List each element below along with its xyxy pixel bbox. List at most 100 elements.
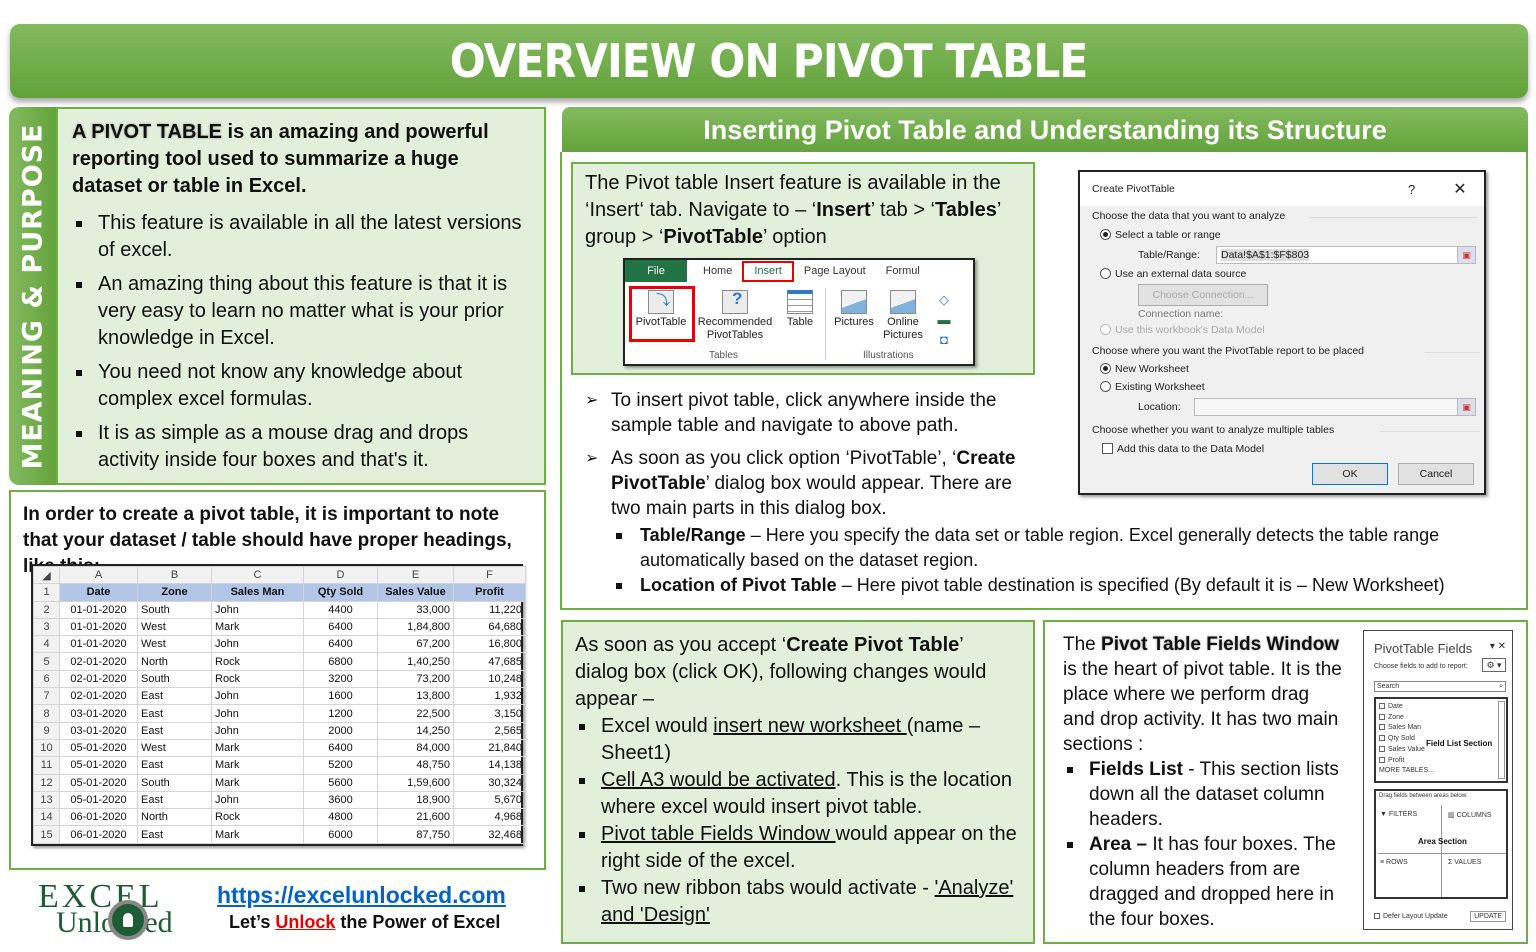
table-cell[interactable]: 64,680 [453,617,526,637]
table-cell[interactable]: 01-01-2020 [59,635,138,654]
field-checkbox[interactable]: Sales Man [1379,723,1503,734]
table-cell[interactable]: Mark [211,825,304,844]
range-picker-icon[interactable]: ▣ [1457,247,1475,263]
tab-file[interactable]: File [625,260,687,282]
row-number[interactable]: 12 [33,773,60,792]
field-checkbox[interactable]: Date [1379,702,1503,713]
tab-home[interactable]: Home [693,265,742,278]
rows-area[interactable]: ≡ ROWS [1380,859,1408,866]
table-cell[interactable]: 18,900 [377,790,454,810]
table-cell[interactable]: John [211,790,304,810]
more-tables-link[interactable]: MORE TABLES... [1379,766,1503,777]
table-cell[interactable]: 47,685 [453,652,526,671]
table-cell[interactable]: 3,150 [453,704,526,723]
table-cell[interactable]: 03-01-2020 [59,704,138,723]
table-cell[interactable]: 14,138 [453,756,526,775]
table-cell[interactable]: 02-01-2020 [59,687,138,706]
table-cell[interactable]: 05-01-2020 [59,756,138,775]
table-cell[interactable]: East [137,825,212,844]
row-number[interactable]: 2 [33,600,60,619]
table-cell[interactable]: 05-01-2020 [59,790,138,810]
values-area[interactable]: Σ VALUES [1448,859,1481,866]
row-number[interactable]: 4 [33,635,60,654]
table-cell[interactable]: John [211,600,304,619]
table-cell[interactable]: John [211,704,304,723]
column-letter[interactable]: A [59,565,138,585]
table-range-input[interactable]: Data!$A$1:$F$803 ▣ [1216,246,1476,264]
column-letter[interactable]: D [303,565,378,585]
table-cell[interactable]: 48,750 [377,756,454,775]
table-cell[interactable]: 2000 [303,721,378,740]
table-cell[interactable]: 1600 [303,687,378,706]
table-cell[interactable]: Rock [211,652,304,671]
table-cell[interactable]: 73,200 [377,669,454,689]
table-cell[interactable]: West [137,738,212,758]
radio-data-model[interactable]: Use this workbook's Data Model [1100,324,1265,336]
table-cell[interactable]: North [137,652,212,671]
ok-button[interactable]: OK [1312,463,1388,485]
table-cell[interactable]: 6400 [303,738,378,758]
table-cell[interactable]: East [137,790,212,810]
row-number[interactable]: 1 [33,583,60,602]
table-cell[interactable]: 21,600 [377,808,454,827]
table-button[interactable]: Table [780,290,820,329]
table-cell[interactable]: Mark [211,773,304,792]
table-cell[interactable]: 3200 [303,669,378,689]
table-cell[interactable]: 22,500 [377,704,454,723]
table-cell[interactable]: 03-01-2020 [59,721,138,740]
radio-new-worksheet[interactable]: New Worksheet [1100,363,1189,375]
column-letter[interactable]: F [453,565,526,585]
row-number[interactable]: 10 [33,738,60,758]
table-cell[interactable]: 5600 [303,773,378,792]
table-cell[interactable]: 1,40,250 [377,652,454,671]
table-cell[interactable]: John [211,635,304,654]
table-cell[interactable]: 33,000 [377,600,454,619]
online-pictures-button[interactable]: Online Pictures [881,290,925,342]
table-cell[interactable]: 5,670 [453,790,526,810]
row-number[interactable]: 14 [33,808,60,827]
pictures-button[interactable]: Pictures [831,290,877,329]
location-input[interactable]: ▣ [1194,398,1476,416]
column-letter[interactable]: B [137,565,212,585]
tab-page-layout[interactable]: Page Layout [794,265,876,278]
row-number[interactable]: 8 [33,704,60,723]
table-cell[interactable]: 21,840 [453,738,526,758]
cancel-button[interactable]: Cancel [1398,463,1474,485]
table-cell[interactable]: 06-01-2020 [59,808,138,827]
table-cell[interactable]: West [137,617,212,637]
table-cell[interactable]: East [137,704,212,723]
row-number[interactable]: 7 [33,687,60,706]
table-cell[interactable]: 32,468 [453,825,526,844]
table-cell[interactable]: West [137,635,212,654]
field-search-input[interactable]: Search ⌕ [1374,681,1506,692]
range-picker-icon[interactable]: ▣ [1457,399,1475,415]
table-cell[interactable]: South [137,600,212,619]
table-cell[interactable]: John [211,687,304,706]
scrollbar[interactable] [1498,701,1505,779]
table-cell[interactable]: 10,248 [453,669,526,689]
table-cell[interactable]: 6800 [303,652,378,671]
header-cell[interactable]: Sales Value [377,583,454,602]
table-cell[interactable]: 1,59,600 [377,773,454,792]
table-cell[interactable]: 01-01-2020 [59,617,138,637]
row-number[interactable]: 6 [33,669,60,689]
columns-area[interactable]: ▥ COLUMNS [1448,811,1492,819]
table-cell[interactable]: 1,932 [453,687,526,706]
table-cell[interactable]: South [137,669,212,689]
gear-icon[interactable]: ⚙ ▾ [1482,658,1506,672]
table-cell[interactable]: 6400 [303,635,378,654]
choose-connection-button[interactable]: Choose Connection... [1138,284,1268,306]
table-cell[interactable]: 4,968 [453,808,526,827]
table-cell[interactable]: 4800 [303,808,378,827]
field-checkbox[interactable]: Zone [1379,713,1503,724]
shapes-smartart-screenshot-buttons[interactable]: ◇ ▬ ◘ [930,290,958,350]
table-cell[interactable]: 02-01-2020 [59,652,138,671]
tab-insert[interactable]: Insert [742,260,794,282]
table-cell[interactable]: 6400 [303,617,378,637]
close-icon[interactable]: ✕ [1448,179,1472,199]
recommended-pivottables-button[interactable]: ? Recommended PivotTables [695,290,775,342]
table-cell[interactable]: 4400 [303,600,378,619]
header-cell[interactable]: Sales Man [211,583,304,602]
row-number[interactable]: 9 [33,721,60,740]
table-cell[interactable]: Rock [211,808,304,827]
